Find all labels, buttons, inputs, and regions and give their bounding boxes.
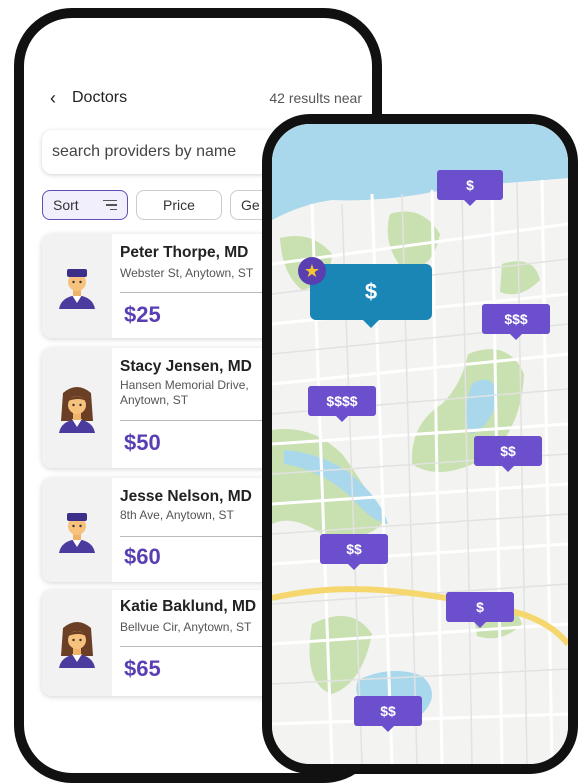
gender-filter-label: Ge: [241, 197, 260, 213]
doctor-price: $60: [124, 544, 161, 569]
doctor-avatar: [42, 478, 112, 582]
filter-bar: Sort Price Ge: [42, 190, 290, 220]
doctor-name: Stacy Jensen, MD: [120, 358, 252, 375]
doctor-price: $25: [124, 302, 161, 327]
doctor-price: $65: [124, 656, 161, 681]
male-doctor-icon: [59, 513, 95, 553]
card-divider: [120, 292, 265, 293]
map-pin-label: $$: [380, 703, 396, 719]
selected-pin-label: $: [364, 279, 378, 304]
price-filter-label: Price: [163, 197, 195, 213]
sort-label: Sort: [53, 197, 79, 213]
page-title: Doctors: [72, 89, 128, 106]
doctor-name: Katie Baklund, MD: [120, 598, 257, 615]
map-pin-label: $$$$: [326, 393, 358, 409]
map-pin[interactable]: $$: [320, 534, 388, 570]
map-pin-label: $$: [346, 541, 362, 557]
map-pin[interactable]: $$: [354, 696, 422, 732]
card-divider: [120, 646, 265, 647]
doctor-name: Peter Thorpe, MD: [120, 244, 249, 261]
sort-button[interactable]: Sort: [42, 190, 128, 220]
back-chevron-icon[interactable]: ‹: [50, 88, 72, 109]
doctor-address: 8th Ave, Anytown, ST: [120, 508, 234, 522]
doctor-avatar: [42, 348, 112, 468]
results-count: 42 results near: [269, 90, 362, 106]
doctor-name: Jesse Nelson, MD: [120, 488, 252, 505]
map-pin[interactable]: $$$$: [308, 386, 376, 422]
map-pin[interactable]: $: [437, 170, 503, 206]
map-pin-label: $$$: [504, 311, 528, 327]
doctor-address: Webster St, Anytown, ST: [120, 266, 254, 280]
favorite-star-icon: ★: [298, 257, 326, 285]
search-placeholder: search providers by name: [52, 143, 237, 160]
map-pin-label: $: [476, 599, 484, 615]
map-pin[interactable]: $$$: [482, 304, 550, 340]
card-divider: [120, 420, 265, 421]
map-pin[interactable]: $$: [474, 436, 542, 472]
list-header: ‹ Doctors 42 results near: [50, 86, 362, 110]
map-pin-selected[interactable]: $: [310, 264, 432, 328]
price-filter-button[interactable]: Price: [136, 190, 222, 220]
doctor-address: Bellvue Cir, Anytown, ST: [120, 620, 252, 634]
doctor-avatar: [42, 590, 112, 696]
male-doctor-icon: [59, 269, 95, 309]
sort-icon: [103, 199, 117, 211]
female-doctor-icon: [59, 387, 95, 433]
female-doctor-icon: [59, 622, 95, 668]
map-pin[interactable]: $: [446, 592, 514, 628]
map-pin-label: $$: [500, 443, 516, 459]
map-pin-label: $: [466, 177, 474, 193]
doctor-address: Hansen Memorial Drive, Anytown, ST: [120, 378, 249, 407]
card-divider: [120, 536, 265, 537]
doctor-price: $50: [124, 430, 161, 455]
map-phone: $ ★ $ $$$ $$$$ $$ $$ $ $$: [262, 114, 578, 774]
doctor-avatar: [42, 234, 112, 338]
